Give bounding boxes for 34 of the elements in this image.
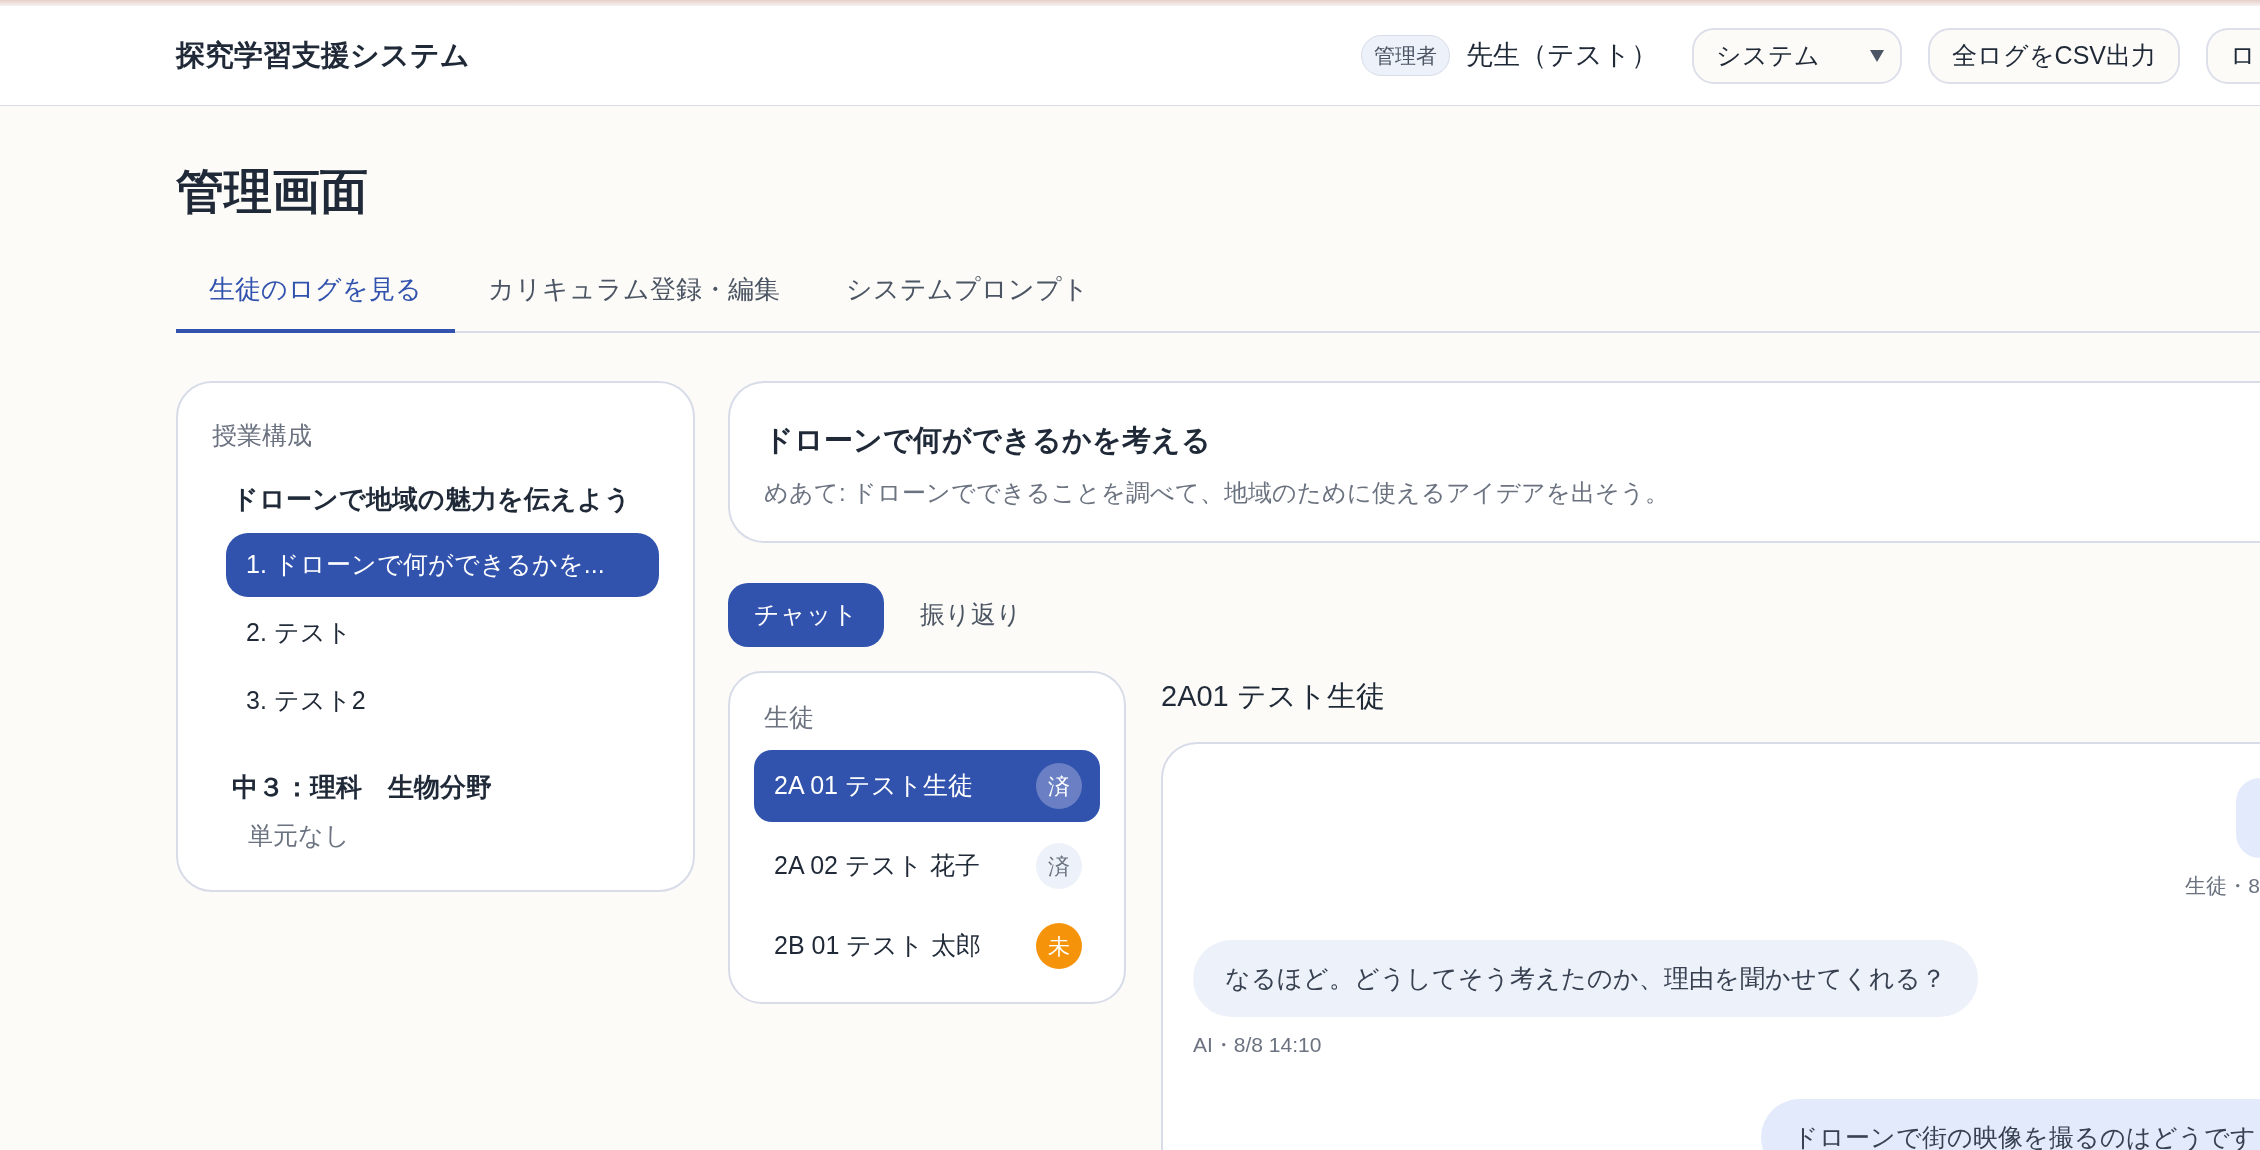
chat-bubble: ドローンで街の映像を撮るのはどうです [1761,1098,2260,1150]
student-item[interactable]: 2A 02 テスト 花子 済 [754,830,1100,902]
message-meta: AI・8/8 14:10 [1193,1032,1322,1058]
card-heading: 授業構成 [212,420,313,451]
header-button[interactable]: ロ [2206,27,2260,84]
tab[interactable]: 生徒のログを見る [176,266,455,333]
status-badge: 済 [1036,763,1082,809]
lesson-item[interactable]: 1. ドローンで何ができるかを... [226,532,659,597]
lesson-item[interactable]: 3. テスト2 [226,668,659,733]
status-badge: 未 [1036,923,1082,969]
unit-title: ドローンで地域の魅力を伝えよう [232,482,632,516]
user-name: 先生（テスト） [1465,39,1658,73]
view-tab[interactable]: チャット [728,582,884,647]
page-title: 管理画面 [176,168,369,216]
tab[interactable]: システムプロンプト [813,266,1122,333]
role-badge: 管理者 [1360,34,1450,77]
caret-icon [1869,49,1884,62]
view-tab[interactable]: 振り返り [894,582,1048,647]
system-select[interactable]: システム [1691,27,1902,84]
unit-title: 中３：理科 生物分野 [232,770,493,804]
header-button[interactable]: 全ログをCSV出力 [1927,27,2180,84]
card-heading: 生徒 [763,701,815,733]
message-meta: 生徒・8 [2185,873,2260,899]
student-item[interactable]: 2A 01 テスト生徒 済 [754,750,1100,822]
lesson-item[interactable]: 2. テスト [226,600,659,665]
student-item[interactable]: 2B 01 テスト 太郎 未 [754,910,1100,982]
status-badge: 済 [1036,843,1082,889]
chat-bubble: なるほど。どうしてそう考えたのか、理由を聞かせてくれる？ [1193,939,1978,1017]
lesson-title: ドローンで何ができるかを考える [764,423,1212,458]
tab[interactable]: カリキュラム登録・編集 [455,266,813,333]
app-title: 探究学習支援システム [176,37,470,73]
chat-student-title: 2A01 テスト生徒 [1161,678,1386,714]
lesson-goal: めあて: ドローンでできることを調べて、地域のために使えるアイデアを出そう。 [764,477,1671,508]
empty-note: 単元なし [247,819,351,851]
